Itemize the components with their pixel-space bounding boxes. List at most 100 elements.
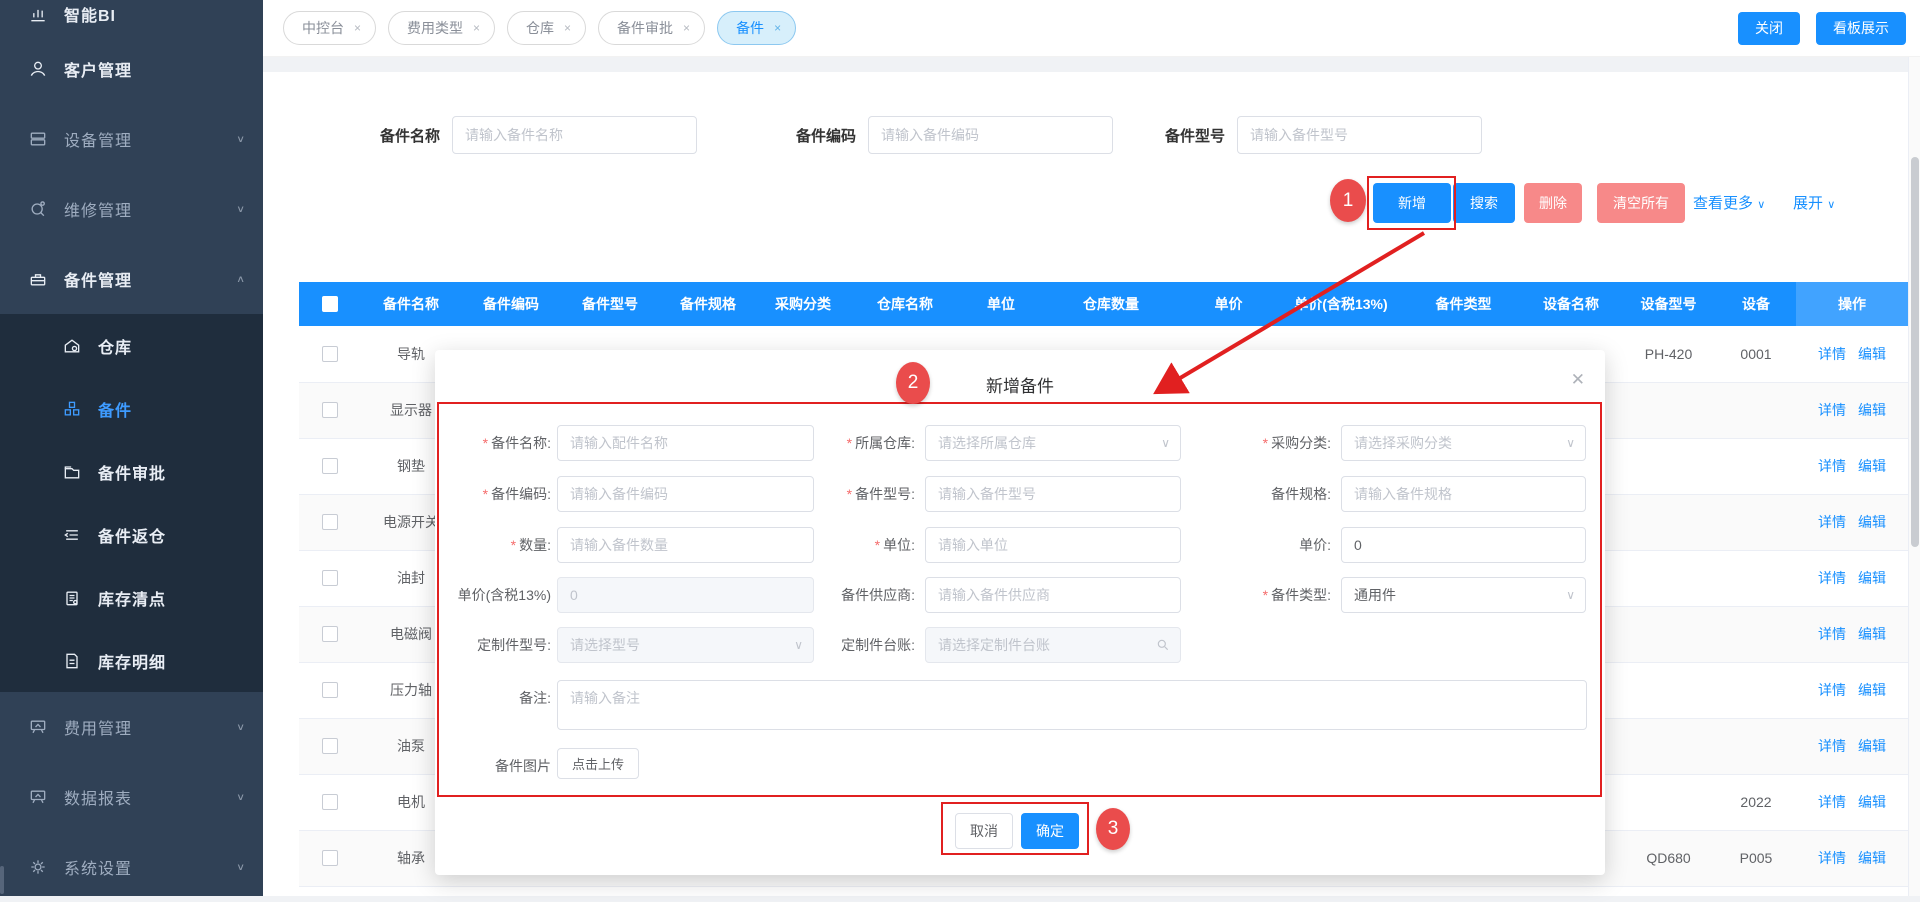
close-tab-icon[interactable]: × xyxy=(564,21,571,35)
row-checkbox[interactable] xyxy=(322,570,338,586)
page-scrollbar[interactable] xyxy=(1908,57,1920,896)
select-all-checkbox-cell xyxy=(299,282,361,326)
edit-link[interactable]: 编辑 xyxy=(1858,626,1886,642)
confirm-button[interactable]: 确定 xyxy=(1021,813,1079,849)
sidebar-item-库存明细[interactable]: 库存明细 xyxy=(0,629,263,692)
sidebar-item-仓库[interactable]: 仓库 xyxy=(0,314,263,377)
sidebar: 智能BI客户管理设备管理∨维修管理∨备件管理∧仓库备件备件审批备件返仓库存清点库… xyxy=(0,0,263,896)
sidebar-item-备件管理[interactable]: 备件管理∧ xyxy=(0,244,263,314)
close-tab-icon[interactable]: × xyxy=(683,21,690,35)
edit-link[interactable]: 编辑 xyxy=(1858,738,1886,754)
supplier-input[interactable] xyxy=(925,577,1181,613)
close-tab-icon[interactable]: × xyxy=(354,21,361,35)
part-code-input[interactable] xyxy=(557,476,814,512)
edit-link[interactable]: 编辑 xyxy=(1858,794,1886,810)
view-more-link[interactable]: 查看更多 ∨ xyxy=(1693,192,1765,213)
add-button[interactable]: 新增 xyxy=(1373,183,1451,223)
row-checkbox[interactable] xyxy=(322,682,338,698)
row-actions-cell: 详情编辑 xyxy=(1796,830,1908,886)
edit-link[interactable]: 编辑 xyxy=(1858,570,1886,586)
detail-link[interactable]: 详情 xyxy=(1818,514,1846,530)
detail-link[interactable]: 详情 xyxy=(1818,682,1846,698)
edit-link[interactable]: 编辑 xyxy=(1858,682,1886,698)
row-checkbox[interactable] xyxy=(322,458,338,474)
part-name-input[interactable] xyxy=(557,425,814,461)
part-name-search-input[interactable] xyxy=(452,116,697,154)
tab-备件审批[interactable]: 备件审批× xyxy=(598,11,705,45)
spare-parts-submenu: 仓库备件备件审批备件返仓库存清点库存明细 xyxy=(0,314,263,692)
quantity-input[interactable] xyxy=(557,527,814,563)
detail-link[interactable]: 详情 xyxy=(1818,850,1846,866)
tab-备件[interactable]: 备件× xyxy=(717,11,796,45)
sidebar-item-费用管理[interactable]: 费用管理∨ xyxy=(0,692,263,762)
sidebar-item-系统设置[interactable]: 系统设置∨ xyxy=(0,832,263,902)
close-tab-icon[interactable]: × xyxy=(774,21,781,35)
detail-link[interactable]: 详情 xyxy=(1818,794,1846,810)
search-button[interactable]: 搜索 xyxy=(1453,183,1515,223)
custom-model-label: 定制件型号: xyxy=(435,627,551,663)
row-checkbox[interactable] xyxy=(322,402,338,418)
edit-link[interactable]: 编辑 xyxy=(1858,458,1886,474)
remark-textarea[interactable] xyxy=(557,680,1587,730)
row-checkbox[interactable] xyxy=(322,626,338,642)
part-code-search-input[interactable] xyxy=(868,116,1113,154)
clear-all-button[interactable]: 清空所有 xyxy=(1597,183,1685,223)
col-header: 备件类型 xyxy=(1406,282,1521,326)
purchase-category-select[interactable]: 请选择采购分类∨ xyxy=(1341,425,1586,461)
sidebar-item-数据报表[interactable]: 数据报表∨ xyxy=(0,762,263,832)
edit-link[interactable]: 编辑 xyxy=(1858,402,1886,418)
edit-link[interactable]: 编辑 xyxy=(1858,514,1886,530)
detail-link[interactable]: 详情 xyxy=(1818,402,1846,418)
sidebar-item-客户管理[interactable]: 客户管理 xyxy=(0,34,263,104)
part-model-search-label: 备件型号 xyxy=(1165,125,1225,146)
row-checkbox[interactable] xyxy=(322,794,338,810)
cell-device_model xyxy=(1621,718,1716,774)
unit-price-input[interactable] xyxy=(1341,527,1586,563)
close-button[interactable]: 关闭 xyxy=(1738,12,1800,45)
detail-link[interactable]: 详情 xyxy=(1818,346,1846,362)
part-spec-input[interactable] xyxy=(1341,476,1586,512)
edit-link[interactable]: 编辑 xyxy=(1858,346,1886,362)
upload-button[interactable]: 点击上传 xyxy=(557,748,639,779)
part-model-search-input[interactable] xyxy=(1237,116,1482,154)
edit-link[interactable]: 编辑 xyxy=(1858,850,1886,866)
part-name-label: 备件名称: xyxy=(435,425,551,461)
select-all-checkbox[interactable] xyxy=(322,296,338,312)
toolbox-icon xyxy=(28,268,50,290)
row-checkbox[interactable] xyxy=(322,850,338,866)
sidebar-item-设备管理[interactable]: 设备管理∨ xyxy=(0,104,263,174)
sidebar-scrollbar-thumb[interactable] xyxy=(0,866,4,894)
detail-link[interactable]: 详情 xyxy=(1818,570,1846,586)
delete-button[interactable]: 删除 xyxy=(1524,183,1582,223)
part-model-input[interactable] xyxy=(925,476,1181,512)
sidebar-item-库存清点[interactable]: 库存清点 xyxy=(0,566,263,629)
sidebar-item-备件返仓[interactable]: 备件返仓 xyxy=(0,503,263,566)
tab-中控台[interactable]: 中控台× xyxy=(283,11,376,45)
detail-link[interactable]: 详情 xyxy=(1818,626,1846,642)
close-icon[interactable]: ✕ xyxy=(1571,370,1585,390)
sidebar-item-智能BI[interactable]: 智能BI xyxy=(0,0,263,34)
part-type-select[interactable]: 通用件∨ xyxy=(1341,577,1586,613)
tab-仓库[interactable]: 仓库× xyxy=(507,11,586,45)
sidebar-item-备件[interactable]: 备件 xyxy=(0,377,263,440)
row-checkbox[interactable] xyxy=(322,738,338,754)
tab-费用类型[interactable]: 费用类型× xyxy=(388,11,495,45)
col-header: 备件型号 xyxy=(561,282,659,326)
unit-input[interactable] xyxy=(925,527,1181,563)
expand-link[interactable]: 展开 ∨ xyxy=(1793,192,1835,213)
row-checkbox[interactable] xyxy=(322,346,338,362)
row-checkbox-cell xyxy=(299,606,361,662)
warehouse-select[interactable]: 请选择所属仓库∨ xyxy=(925,425,1181,461)
sidebar-item-维修管理[interactable]: 维修管理∨ xyxy=(0,174,263,244)
cancel-button[interactable]: 取消 xyxy=(955,813,1013,849)
page-scrollbar-thumb[interactable] xyxy=(1911,157,1919,547)
purchase-category-label: 采购分类: xyxy=(1201,425,1331,461)
close-tab-icon[interactable]: × xyxy=(473,21,480,35)
row-checkbox[interactable] xyxy=(322,514,338,530)
open-tabs: 中控台× 费用类型× 仓库× 备件审批× 备件× xyxy=(283,11,1738,45)
sidebar-item-备件审批[interactable]: 备件审批 xyxy=(0,440,263,503)
detail-link[interactable]: 详情 xyxy=(1818,738,1846,754)
chevron-down-icon: ∨ xyxy=(1566,436,1575,450)
detail-link[interactable]: 详情 xyxy=(1818,458,1846,474)
board-display-button[interactable]: 看板展示 xyxy=(1816,12,1906,45)
